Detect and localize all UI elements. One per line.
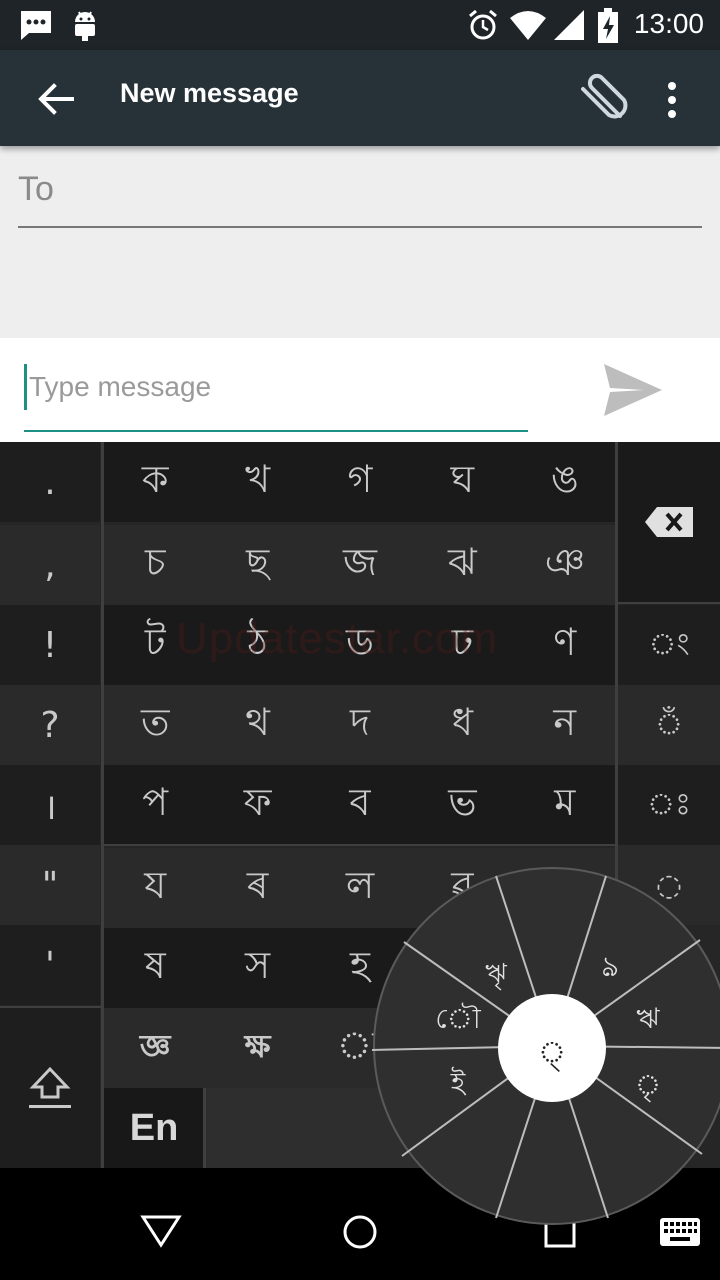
char-key[interactable]: ঞ <box>514 525 616 605</box>
char-key[interactable]: ষ <box>104 928 206 1008</box>
char-key[interactable]: গ <box>309 442 411 522</box>
char-key[interactable]: ম <box>514 765 616 845</box>
char-key[interactable]: ফ <box>206 765 308 845</box>
char-key[interactable]: চ <box>104 525 206 605</box>
char-key[interactable]: জ্ঞ <box>104 1008 206 1088</box>
key-question[interactable]: ? <box>0 685 100 765</box>
char-key[interactable]: থ <box>206 685 308 765</box>
radial-segment[interactable]: ঋ <box>636 1002 660 1035</box>
status-bar: 13:00 <box>0 0 720 50</box>
char-key[interactable]: ধ <box>411 685 513 765</box>
sms-notification-icon <box>21 11 51 40</box>
char-key[interactable]: প <box>104 765 206 845</box>
android-debug-icon <box>75 11 95 41</box>
char-key[interactable]: ঝ <box>411 525 513 605</box>
char-key[interactable]: ব <box>309 765 411 845</box>
send-icon[interactable] <box>600 360 666 420</box>
row-divider <box>104 844 616 846</box>
recipient-area: To <box>0 146 720 338</box>
diacritic-key[interactable]: ◌ং <box>618 605 720 685</box>
row-divider <box>618 602 720 604</box>
char-key[interactable]: ত <box>104 685 206 765</box>
key-period[interactable]: . <box>0 442 100 522</box>
char-key[interactable]: খ <box>206 442 308 522</box>
key-comma[interactable]: , <box>0 525 100 605</box>
char-key[interactable]: জ <box>309 525 411 605</box>
key-danda[interactable]: । <box>0 765 100 845</box>
signal-icon <box>554 10 584 40</box>
key-row: ক খ গ ঘ ঙ <box>104 442 616 522</box>
char-key[interactable]: ণ <box>514 605 616 685</box>
watermark: Updatestar.com <box>176 614 499 663</box>
to-field[interactable]: To <box>18 170 54 209</box>
status-time: 13:00 <box>633 8 704 39</box>
key-exclamation[interactable]: ! <box>0 605 100 685</box>
compose-area <box>0 338 720 442</box>
char-key[interactable]: দ <box>309 685 411 765</box>
back-arrow-icon[interactable] <box>34 78 76 120</box>
char-key[interactable]: ভ <box>411 765 513 845</box>
radial-center-label: ◌্ <box>538 1035 566 1072</box>
backspace-key[interactable] <box>618 442 720 602</box>
radial-segment[interactable]: ৌ <box>435 1002 482 1035</box>
char-key[interactable]: ছ <box>206 525 308 605</box>
char-key[interactable]: ক্ষ <box>206 1008 308 1088</box>
radial-segment[interactable]: ঌ <box>602 950 619 983</box>
wifi-icon <box>510 11 546 40</box>
key-row: চ ছ জ ঝ ঞ <box>104 525 616 605</box>
char-key[interactable]: স <box>206 928 308 1008</box>
shift-icon <box>29 1066 71 1108</box>
backspace-icon <box>645 507 693 537</box>
more-vert-icon[interactable] <box>660 80 684 120</box>
to-field-underline <box>18 226 702 228</box>
key-single-quote[interactable]: ' <box>0 925 100 1005</box>
char-key[interactable]: ক <box>104 442 206 522</box>
key-row: প ফ ব ভ ম <box>104 765 616 845</box>
message-input[interactable] <box>24 364 528 410</box>
key-row: ত থ দ ধ ন <box>104 685 616 765</box>
row-divider <box>0 1006 102 1008</box>
radial-vowel-menu[interactable]: ৠ ঌ ঋ ৃ ই ৌ ◌্ <box>372 866 720 1226</box>
diacritic-key[interactable]: ◌ঃ <box>618 765 720 845</box>
char-key[interactable]: ঙ <box>514 442 616 522</box>
char-key[interactable]: ৰ <box>206 848 308 928</box>
char-key[interactable]: ন <box>514 685 616 765</box>
key-double-quote[interactable]: " <box>0 845 100 925</box>
radial-segment[interactable]: ই <box>450 1066 467 1099</box>
app-bar: New message <box>0 50 720 146</box>
radial-segment[interactable]: ৃ <box>635 1068 661 1103</box>
char-key[interactable]: ঘ <box>411 442 513 522</box>
page-title: New message <box>120 78 299 108</box>
battery-charging-icon <box>598 8 618 43</box>
radial-segment[interactable]: ৠ <box>485 959 507 990</box>
alarm-icon <box>469 9 497 40</box>
language-switch-key[interactable]: En <box>104 1088 204 1168</box>
message-input-underline <box>24 430 528 432</box>
diacritic-key[interactable]: ◌ঁ <box>618 685 720 765</box>
back-triangle-icon[interactable] <box>140 1214 182 1248</box>
attach-icon[interactable] <box>570 72 630 128</box>
char-key[interactable]: য <box>104 848 206 928</box>
shift-key[interactable] <box>0 1008 100 1168</box>
